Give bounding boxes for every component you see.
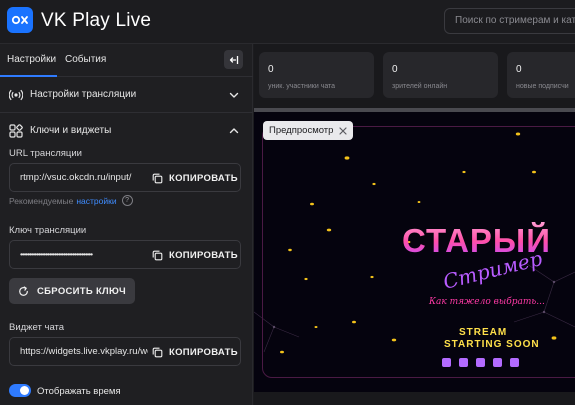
stat-card-viewers-online: 0 зрителей онлайн [383,52,498,98]
preview-chip-label: Предпросмотр [269,125,334,136]
sidebar-tabs: Настройки События [0,44,253,77]
broadcast-icon [9,89,23,101]
reset-key-label: СБРОСИТЬ КЛЮЧ [37,285,126,297]
widgets-icon [9,124,23,138]
stream-preview[interactable]: Предпросмотр СТАРЫЙ Стример Как тяжело в… [254,112,575,392]
reset-key-button[interactable]: СБРОСИТЬ КЛЮЧ [9,278,135,304]
copy-url-button[interactable]: КОПИРОВАТЬ [152,171,238,185]
preview-chip[interactable]: Предпросмотр [263,121,354,140]
stream-key-label: Ключ трансляции [9,225,87,236]
settings-link[interactable]: настройки [76,196,116,206]
section-keys-widgets[interactable]: Ключи и виджеты [0,113,253,149]
stream-key-field[interactable]: ••••••••••••••••••••••••••••••••••••••••… [9,240,241,269]
copy-icon [152,250,163,260]
copy-label: КОПИРОВАТЬ [169,249,238,261]
section-label: Настройки трансляции [30,89,137,100]
recommended-settings-hint: Рекомендуемые настройки ? [9,195,133,206]
main-bottom-strip [254,392,575,405]
collapse-sidebar-button[interactable] [224,50,243,69]
youtube-icon [510,358,519,367]
stream-starting-line1: STREAM [459,327,508,338]
tab-settings[interactable]: Настройки [7,54,56,65]
stat-value: 0 [516,64,522,75]
tiktok-icon [493,358,502,367]
show-time-label: Отображать время [37,386,121,397]
settings-sidebar: Настройки События Настройки трансляции К… [0,44,253,405]
search-input[interactable]: Поиск по стримерам и катего [444,8,575,34]
chevron-up-icon [229,128,239,134]
vk-icon [459,358,468,367]
copy-icon [152,173,163,183]
chat-widget-label: Виджет чата [9,322,65,333]
collapse-left-icon [229,55,238,64]
refresh-icon [19,285,28,296]
twitch-icon [442,358,451,367]
tab-events[interactable]: События [65,54,106,65]
stream-url-field[interactable]: rtmp://vsuc.okcdn.ru/input/ КОПИРОВАТЬ [9,163,241,192]
stat-value: 0 [392,64,398,75]
stat-card-unique-chatters: 0 уник. участники чата [259,52,374,98]
hint-text: Рекомендуемые [9,195,74,206]
chat-widget-field[interactable]: https://widgets.live.vkplay.ru/wet КОПИР… [9,337,241,366]
stream-starting-line2: STARTING SOON [444,339,540,350]
close-icon[interactable] [339,126,348,135]
stat-value: 0 [268,64,274,75]
show-time-toggle[interactable] [9,384,31,397]
main-panel: 0 уник. участники чата 0 зрителей онлайн… [254,44,575,405]
stat-caption: уник. участники чата [268,83,336,90]
top-bar: VK Play Live Поиск по стримерам и катего [0,0,575,44]
section-broadcast-settings[interactable]: Настройки трансляции [0,77,253,113]
copy-label: КОПИРОВАТЬ [169,172,238,184]
section-label: Ключи и виджеты [30,125,112,136]
copy-widget-button[interactable]: КОПИРОВАТЬ [152,345,238,359]
social-icons-row [442,358,519,367]
preview-tagline: Как тяжело выбрать... [429,297,545,307]
stat-caption: зрителей онлайн [392,83,448,90]
stream-key-value[interactable]: •••••••••••••••••••••••••••••••••••••••• [20,250,148,259]
chevron-down-icon [229,92,239,98]
copy-key-button[interactable]: КОПИРОВАТЬ [152,248,238,262]
copy-icon [152,347,163,357]
stat-caption: новые подписчи [516,83,569,90]
help-icon[interactable]: ? [121,195,133,206]
stat-card-new-followers: 0 новые подписчи [507,52,575,98]
vk-play-logo-icon[interactable] [7,7,33,33]
logo-text[interactable]: VK Play Live [41,10,151,32]
telegram-icon [476,358,485,367]
chat-widget-value[interactable]: https://widgets.live.vkplay.ru/wet [20,346,148,357]
url-label: URL трансляции [9,148,82,159]
copy-label: КОПИРОВАТЬ [169,346,238,358]
stream-url-value[interactable]: rtmp://vsuc.okcdn.ru/input/ [20,172,148,183]
